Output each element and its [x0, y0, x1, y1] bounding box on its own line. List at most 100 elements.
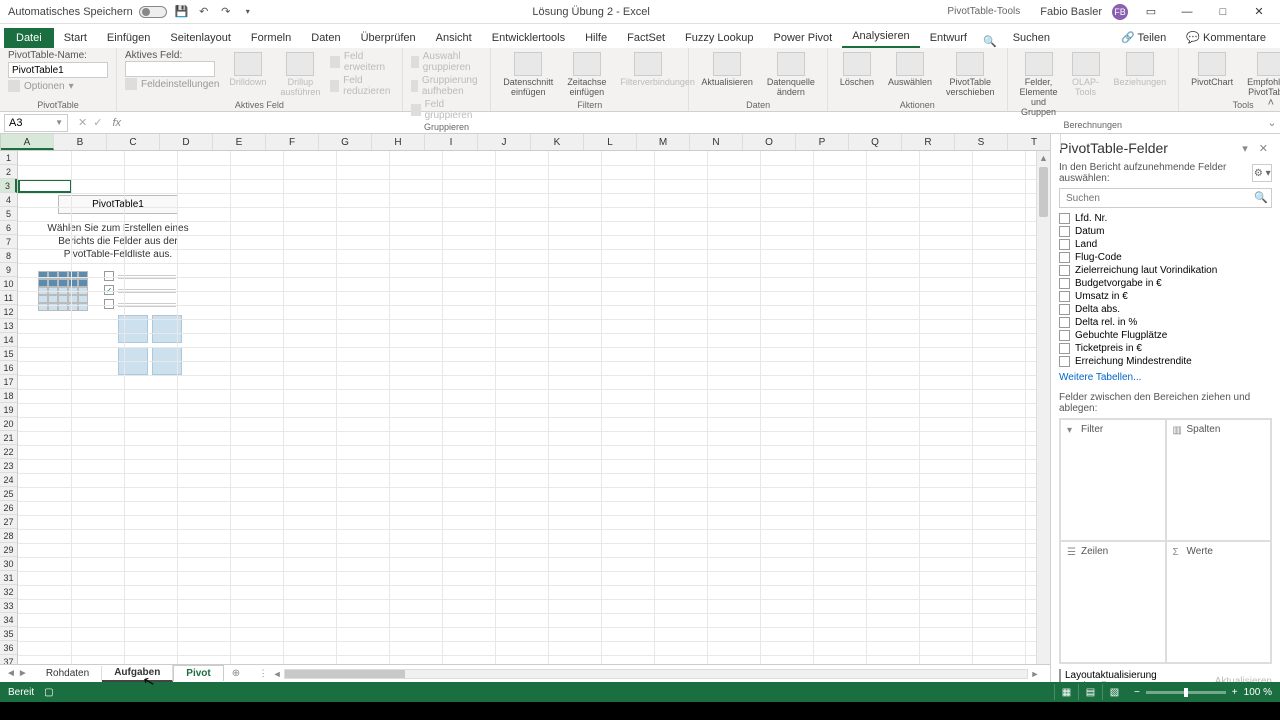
col-header-T[interactable]: T [1008, 134, 1061, 150]
pivotchart-button[interactable]: PivotChart [1187, 50, 1237, 90]
spreadsheet-grid[interactable]: ABCDEFGHIJKLMNOPQRST 1234567891011121314… [0, 134, 1050, 698]
row-header-2[interactable]: 2 [0, 165, 17, 179]
more-tables-link[interactable]: Weitere Tabellen... [1059, 368, 1272, 384]
row-header-9[interactable]: 9 [0, 263, 17, 277]
col-header-B[interactable]: B [54, 134, 107, 150]
row-header-1[interactable]: 1 [0, 151, 17, 165]
row-header-28[interactable]: 28 [0, 529, 17, 543]
hscroll-left-icon[interactable]: ◄ [270, 669, 284, 679]
field-item[interactable]: Flug-Code [1059, 251, 1272, 264]
undo-icon[interactable]: ↶ [197, 5, 211, 19]
field-item[interactable]: Erreichung Mindestrendite [1059, 355, 1272, 368]
row-header-3[interactable]: 3 [0, 179, 17, 193]
row-header-10[interactable]: 10 [0, 277, 17, 291]
view-pagebreak-icon[interactable]: ▧ [1102, 684, 1126, 700]
tab-start[interactable]: Start [54, 28, 97, 48]
row-header-25[interactable]: 25 [0, 487, 17, 501]
zoom-in-icon[interactable]: + [1232, 687, 1238, 698]
drop-area-columns[interactable]: ▥Spalten [1166, 419, 1272, 541]
tab-powerpivot[interactable]: Power Pivot [764, 28, 843, 48]
active-field-input[interactable] [125, 61, 215, 77]
row-header-33[interactable]: 33 [0, 599, 17, 613]
row-header-14[interactable]: 14 [0, 333, 17, 347]
col-header-M[interactable]: M [637, 134, 690, 150]
zoom-value[interactable]: 100 % [1244, 687, 1272, 698]
hscroll-handle-icon[interactable]: ⋮ [256, 668, 270, 679]
row-header-11[interactable]: 11 [0, 291, 17, 305]
save-icon[interactable]: 💾 [175, 5, 189, 19]
pane-close-icon[interactable]: ✕ [1255, 143, 1272, 155]
fields-items-button[interactable]: Felder, Elemente und Gruppen [1016, 50, 1062, 120]
change-source-button[interactable]: Datenquelle ändern [763, 50, 819, 100]
field-checkbox[interactable] [1059, 317, 1070, 328]
clear-button[interactable]: Löschen [836, 50, 878, 90]
col-header-A[interactable]: A [1, 134, 54, 150]
pt-options-button[interactable]: Optionen ▾ [8, 79, 74, 93]
autosave-switch-icon[interactable] [139, 6, 167, 18]
field-item[interactable]: Budgetvorgabe in € [1059, 277, 1272, 290]
sheet-tab-rohdaten[interactable]: Rohdaten [34, 666, 102, 681]
row-header-23[interactable]: 23 [0, 459, 17, 473]
field-checkbox[interactable] [1059, 265, 1070, 276]
hscroll-right-icon[interactable]: ► [1028, 669, 1042, 679]
col-header-G[interactable]: G [319, 134, 372, 150]
field-checkbox[interactable] [1059, 226, 1070, 237]
row-header-17[interactable]: 17 [0, 375, 17, 389]
minimize-icon[interactable]: — [1174, 2, 1200, 22]
field-checkbox[interactable] [1059, 278, 1070, 289]
ribbon-display-icon[interactable]: ▭ [1138, 2, 1164, 22]
sheet-tab-pivot[interactable]: Pivot [173, 665, 223, 681]
field-settings-button[interactable]: Feldeinstellungen [125, 77, 219, 91]
row-header-34[interactable]: 34 [0, 613, 17, 627]
field-item[interactable]: Delta rel. in % [1059, 316, 1272, 329]
tab-einfuegen[interactable]: Einfügen [97, 28, 160, 48]
col-header-D[interactable]: D [160, 134, 213, 150]
row-header-13[interactable]: 13 [0, 319, 17, 333]
field-item[interactable]: Lfd. Nr. [1059, 212, 1272, 225]
row-header-26[interactable]: 26 [0, 501, 17, 515]
recommended-pivot-button[interactable]: Empfohlene PivotTables [1243, 50, 1280, 100]
zoom-out-icon[interactable]: − [1134, 687, 1140, 698]
field-checkbox[interactable] [1059, 291, 1070, 302]
col-header-P[interactable]: P [796, 134, 849, 150]
pane-menu-icon[interactable]: ▾ [1238, 143, 1252, 155]
drop-area-rows[interactable]: ☰Zeilen [1060, 541, 1166, 663]
view-pagelayout-icon[interactable]: ▤ [1078, 684, 1102, 700]
field-checkbox[interactable] [1059, 304, 1070, 315]
sheet-tab-aufgaben[interactable]: Aufgaben [102, 665, 173, 682]
row-header-16[interactable]: 16 [0, 361, 17, 375]
row-header-18[interactable]: 18 [0, 389, 17, 403]
fx-icon[interactable]: fx [108, 117, 125, 129]
field-checkbox[interactable] [1059, 343, 1070, 354]
field-checkbox[interactable] [1059, 330, 1070, 341]
tab-factset[interactable]: FactSet [617, 28, 675, 48]
tab-hilfe[interactable]: Hilfe [575, 28, 617, 48]
row-header-19[interactable]: 19 [0, 403, 17, 417]
vertical-scrollbar[interactable]: ▲ ▼ [1036, 151, 1050, 698]
tab-entwicklertools[interactable]: Entwicklertools [482, 28, 575, 48]
row-header-7[interactable]: 7 [0, 235, 17, 249]
col-header-I[interactable]: I [425, 134, 478, 150]
col-header-K[interactable]: K [531, 134, 584, 150]
refresh-button[interactable]: Aktualisieren [697, 50, 757, 90]
tab-fuzzy[interactable]: Fuzzy Lookup [675, 28, 763, 48]
hscroll-thumb[interactable] [285, 670, 405, 678]
row-header-4[interactable]: 4 [0, 193, 17, 207]
field-item[interactable]: Zielerreichung laut Vorindikation [1059, 264, 1272, 277]
tab-analysieren[interactable]: Analysieren [842, 26, 919, 48]
field-item[interactable]: Umsatz in € [1059, 290, 1272, 303]
file-tab[interactable]: Datei [4, 28, 54, 48]
redo-icon[interactable]: ↷ [219, 5, 233, 19]
row-header-5[interactable]: 5 [0, 207, 17, 221]
tab-seitenlayout[interactable]: Seitenlayout [160, 28, 241, 48]
row-header-27[interactable]: 27 [0, 515, 17, 529]
tab-entwurf[interactable]: Entwurf [920, 28, 977, 48]
comments-button[interactable]: 💬 Kommentare [1176, 27, 1276, 48]
row-header-32[interactable]: 32 [0, 585, 17, 599]
qat-customize-icon[interactable]: ▾ [241, 5, 255, 19]
col-header-Q[interactable]: Q [849, 134, 902, 150]
move-pivot-button[interactable]: PivotTable verschieben [942, 50, 999, 100]
field-item[interactable]: Land [1059, 238, 1272, 251]
pane-layout-icon[interactable]: ⚙ ▾ [1252, 164, 1272, 182]
col-header-N[interactable]: N [690, 134, 743, 150]
